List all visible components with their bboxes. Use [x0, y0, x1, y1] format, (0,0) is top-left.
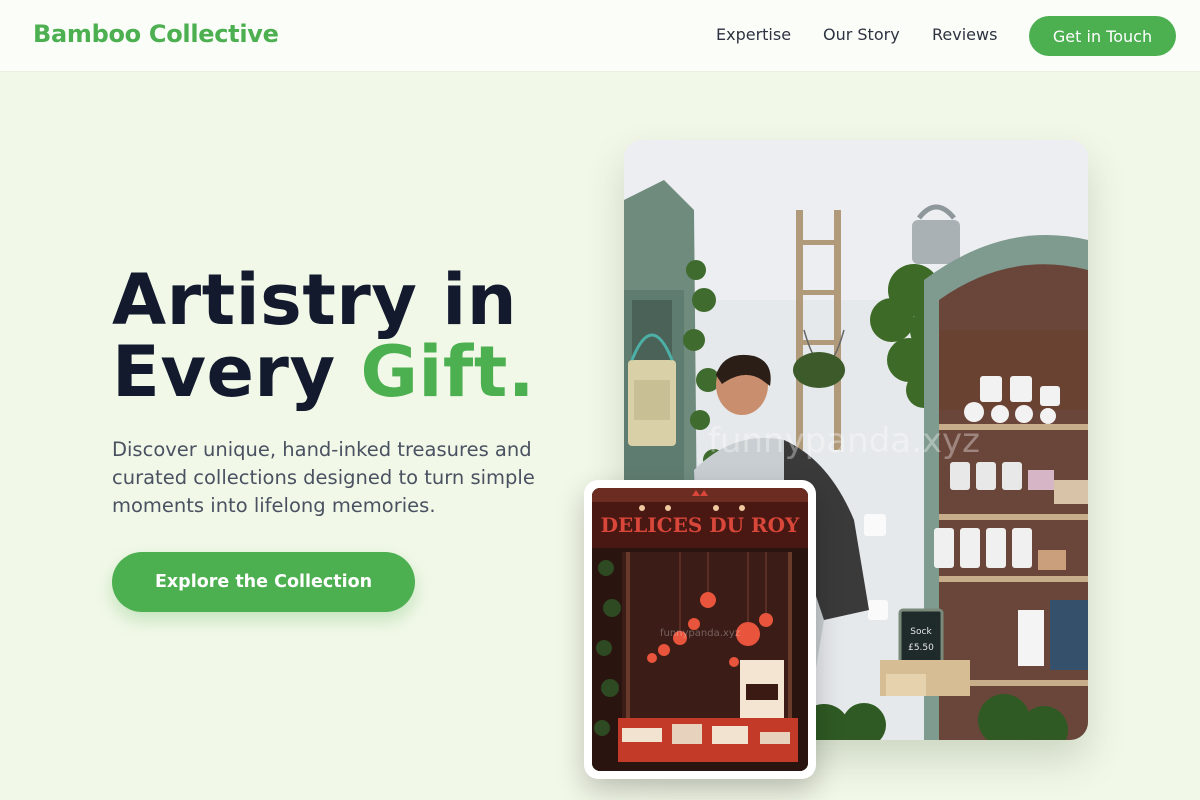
- nav-link-expertise[interactable]: Expertise: [716, 25, 791, 44]
- shop-sign-text: DELICES DU ROY: [601, 513, 800, 537]
- nav-link-our-story[interactable]: Our Story: [823, 25, 900, 44]
- nav-link-reviews[interactable]: Reviews: [932, 25, 997, 44]
- site-header: Bamboo Collective Expertise Our Story Re…: [0, 0, 1200, 72]
- hero-title-accent: Gift.: [360, 331, 535, 413]
- chalkboard-text-2: £5.50: [908, 643, 934, 653]
- get-in-touch-button[interactable]: Get in Touch: [1029, 16, 1176, 56]
- chalkboard-text-1: Sock: [910, 627, 932, 637]
- inset-photo-watermark: funnypanda.xyz: [660, 628, 740, 639]
- brand-logo[interactable]: Bamboo Collective: [33, 20, 279, 48]
- explore-collection-button[interactable]: Explore the Collection: [112, 552, 415, 612]
- hero-title-line2: Every: [112, 331, 361, 413]
- hero-title-line1: Artistry in: [112, 259, 518, 341]
- shop-window-photo-frame: DELICES DU ROY funnypanda.xyz: [584, 480, 816, 779]
- hero-title: Artistry in Every Gift.: [112, 264, 535, 408]
- shop-window-photo: DELICES DU ROY funnypanda.xyz: [592, 488, 808, 771]
- main-photo-watermark: funnypanda.xyz: [708, 421, 980, 461]
- hero-description: Discover unique, hand-inked treasures an…: [112, 438, 535, 517]
